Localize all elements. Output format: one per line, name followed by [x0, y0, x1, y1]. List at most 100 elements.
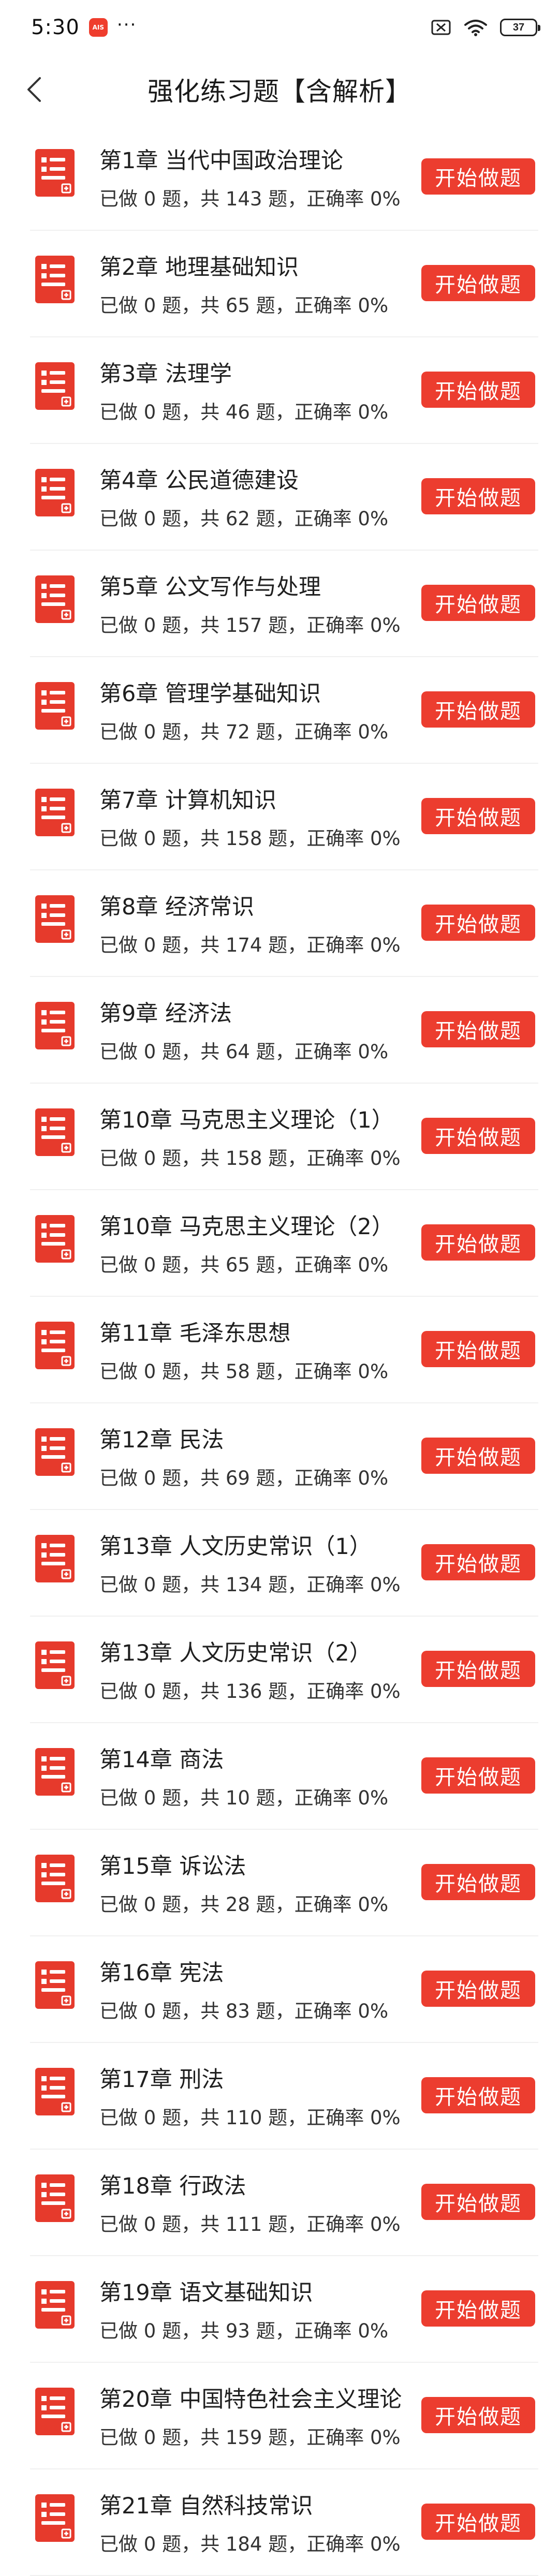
chapter-row[interactable]: 第11章 毛泽东思想 已做 0 题，共 58 题，正确率 0% 开始做题	[0, 1297, 559, 1403]
start-practice-button[interactable]: 开始做题	[421, 478, 535, 514]
start-practice-button[interactable]: 开始做题	[421, 691, 535, 728]
chapter-stats: 已做 0 题，共 69 题，正确率 0%	[99, 1467, 389, 1489]
chapter-stats: 已做 0 题，共 64 题，正确率 0%	[99, 1041, 389, 1063]
chapter-row[interactable]: 第9章 经济法 已做 0 题，共 64 题，正确率 0% 开始做题	[0, 977, 559, 1084]
chapter-row[interactable]: 第7章 计算机知识 已做 0 题，共 158 题，正确率 0% 开始做题	[0, 764, 559, 870]
chapter-title: 第4章 公民道德建设	[99, 468, 299, 494]
start-practice-button[interactable]: 开始做题	[421, 1544, 535, 1580]
chapter-stats: 已做 0 题，共 143 题，正确率 0%	[99, 188, 401, 210]
start-practice-button[interactable]: 开始做题	[421, 1651, 535, 1687]
start-practice-button[interactable]: 开始做题	[421, 2504, 535, 2540]
start-practice-button[interactable]: 开始做题	[421, 1224, 535, 1261]
exercise-sheet-icon	[35, 1322, 75, 1369]
start-practice-button[interactable]: 开始做题	[421, 1971, 535, 2007]
exercise-sheet-icon	[35, 1641, 75, 1689]
battery-level: 37	[512, 21, 525, 33]
back-button[interactable]	[17, 71, 53, 108]
chapter-title: 第20章 中国特色社会主义理论	[99, 2387, 402, 2412]
chapter-row[interactable]: 第13章 人文历史常识（2） 已做 0 题，共 136 题，正确率 0% 开始做…	[0, 1617, 559, 1723]
exercise-sheet-icon	[35, 469, 75, 516]
chapter-stats: 已做 0 题，共 58 题，正确率 0%	[99, 1360, 389, 1383]
chapter-stats: 已做 0 题，共 62 题，正确率 0%	[99, 508, 389, 530]
chapter-title: 第11章 毛泽东思想	[99, 1321, 291, 1346]
exercise-sheet-icon	[35, 2494, 75, 2542]
chapter-title: 第18章 行政法	[99, 2173, 246, 2199]
chapter-row[interactable]: 第15章 诉讼法 已做 0 题，共 28 题，正确率 0% 开始做题	[0, 1830, 559, 1936]
chapter-row[interactable]: 第17章 刑法 已做 0 题，共 110 题，正确率 0% 开始做题	[0, 2043, 559, 2150]
chapter-title: 第19章 语文基础知识	[99, 2280, 313, 2306]
exercise-sheet-icon	[35, 1855, 75, 1902]
start-practice-button[interactable]: 开始做题	[421, 265, 535, 301]
battery-icon: 37	[500, 19, 540, 36]
start-practice-button[interactable]: 开始做题	[421, 798, 535, 834]
chapter-row[interactable]: 第8章 经济常识 已做 0 题，共 174 题，正确率 0% 开始做题	[0, 870, 559, 977]
chapter-title: 第12章 民法	[99, 1427, 224, 1453]
start-practice-button[interactable]: 开始做题	[421, 2397, 535, 2433]
chapter-row[interactable]: 第19章 语文基础知识 已做 0 题，共 93 题，正确率 0% 开始做题	[0, 2256, 559, 2363]
chapter-row[interactable]: 第6章 管理学基础知识 已做 0 题，共 72 题，正确率 0% 开始做题	[0, 657, 559, 764]
start-practice-button[interactable]: 开始做题	[421, 1331, 535, 1367]
chapter-stats: 已做 0 题，共 110 题，正确率 0%	[99, 2107, 401, 2129]
chapter-title: 第17章 刑法	[99, 2067, 224, 2093]
chapter-stats: 已做 0 题，共 157 题，正确率 0%	[99, 614, 401, 636]
chapter-title: 第21章 自然科技常识	[99, 2493, 313, 2519]
exercise-sheet-icon	[35, 2281, 75, 2329]
start-practice-button[interactable]: 开始做题	[421, 905, 535, 941]
chapter-row[interactable]: 第2章 地理基础知识 已做 0 题，共 65 题，正确率 0% 开始做题	[0, 231, 559, 337]
app-header: 强化练习题【含解析】	[0, 55, 559, 124]
start-practice-button[interactable]: 开始做题	[421, 2077, 535, 2113]
chapter-title: 第3章 法理学	[99, 361, 232, 387]
chapter-row[interactable]: 第14章 商法 已做 0 题，共 10 题，正确率 0% 开始做题	[0, 1723, 559, 1830]
chapter-stats: 已做 0 题，共 174 题，正确率 0%	[99, 934, 401, 956]
chapter-stats: 已做 0 题，共 65 题，正确率 0%	[99, 1254, 389, 1276]
chapter-row[interactable]: 第18章 行政法 已做 0 题，共 111 题，正确率 0% 开始做题	[0, 2150, 559, 2256]
chapter-row[interactable]: 第20章 中国特色社会主义理论 已做 0 题，共 159 题，正确率 0% 开始…	[0, 2363, 559, 2469]
exercise-sheet-icon	[35, 1961, 75, 2009]
chapter-stats: 已做 0 题，共 46 题，正确率 0%	[99, 401, 389, 423]
chapter-title: 第5章 公文写作与处理	[99, 574, 321, 600]
wifi-icon	[464, 19, 488, 36]
chapter-stats: 已做 0 题，共 184 题，正确率 0%	[99, 2533, 401, 2555]
chapter-title: 第10章 马克思主义理论（1）	[99, 1107, 394, 1133]
chapter-row[interactable]: 第13章 人文历史常识（1） 已做 0 题，共 134 题，正确率 0% 开始做…	[0, 1510, 559, 1617]
start-practice-button[interactable]: 开始做题	[421, 2290, 535, 2327]
chapter-row[interactable]: 第21章 自然科技常识 已做 0 题，共 184 题，正确率 0% 开始做题	[0, 2469, 559, 2576]
chapter-stats: 已做 0 题，共 93 题，正确率 0%	[99, 2320, 389, 2342]
chapter-row[interactable]: 第10章 马克思主义理论（2） 已做 0 题，共 65 题，正确率 0% 开始做…	[0, 1190, 559, 1297]
more-notifications-icon: ···	[116, 14, 137, 35]
start-practice-button[interactable]: 开始做题	[421, 1864, 535, 1900]
exercise-sheet-icon	[35, 362, 75, 410]
start-practice-button[interactable]: 开始做题	[421, 2184, 535, 2220]
start-practice-button[interactable]: 开始做题	[421, 585, 535, 621]
exercise-sheet-icon	[35, 575, 75, 623]
start-practice-button[interactable]: 开始做题	[421, 1438, 535, 1474]
chapter-row[interactable]: 第16章 宪法 已做 0 题，共 83 题，正确率 0% 开始做题	[0, 1936, 559, 2043]
exercise-sheet-icon	[35, 2388, 75, 2435]
chapter-row[interactable]: 第10章 马克思主义理论（1） 已做 0 题，共 158 题，正确率 0% 开始…	[0, 1084, 559, 1190]
exercise-sheet-icon	[35, 895, 75, 943]
chapter-row[interactable]: 第1章 当代中国政治理论 已做 0 题，共 143 题，正确率 0% 开始做题	[0, 124, 559, 231]
exercise-sheet-icon	[35, 256, 75, 303]
chapter-row[interactable]: 第3章 法理学 已做 0 题，共 46 题，正确率 0% 开始做题	[0, 337, 559, 444]
chapter-list: 第1章 当代中国政治理论 已做 0 题，共 143 题，正确率 0% 开始做题 …	[0, 124, 559, 2576]
chapter-title: 第15章 诉讼法	[99, 1854, 246, 1879]
status-left: 5:30 AIS ···	[31, 14, 137, 39]
chapter-stats: 已做 0 题，共 10 题，正确率 0%	[99, 1787, 389, 1809]
status-bar: 5:30 AIS ··· 37	[0, 0, 559, 55]
chapter-row[interactable]: 第5章 公文写作与处理 已做 0 题，共 157 题，正确率 0% 开始做题	[0, 551, 559, 657]
exercise-sheet-icon	[35, 2068, 75, 2115]
chapter-row[interactable]: 第4章 公民道德建设 已做 0 题，共 62 题，正确率 0% 开始做题	[0, 444, 559, 551]
chapter-title: 第7章 计算机知识	[99, 788, 277, 813]
chapter-stats: 已做 0 题，共 28 题，正确率 0%	[99, 1893, 389, 1916]
chapter-stats: 已做 0 题，共 158 题，正确率 0%	[99, 1147, 401, 1169]
start-practice-button[interactable]: 开始做题	[421, 372, 535, 408]
status-time: 5:30	[31, 16, 80, 39]
chapter-row[interactable]: 第12章 民法 已做 0 题，共 69 题，正确率 0% 开始做题	[0, 1403, 559, 1510]
chapter-title: 第1章 当代中国政治理论	[99, 148, 344, 174]
start-practice-button[interactable]: 开始做题	[421, 1011, 535, 1047]
chapter-stats: 已做 0 题，共 111 题，正确率 0%	[99, 2213, 401, 2236]
exercise-sheet-icon	[35, 789, 75, 836]
start-practice-button[interactable]: 开始做题	[421, 1757, 535, 1794]
start-practice-button[interactable]: 开始做题	[421, 158, 535, 195]
start-practice-button[interactable]: 开始做题	[421, 1118, 535, 1154]
